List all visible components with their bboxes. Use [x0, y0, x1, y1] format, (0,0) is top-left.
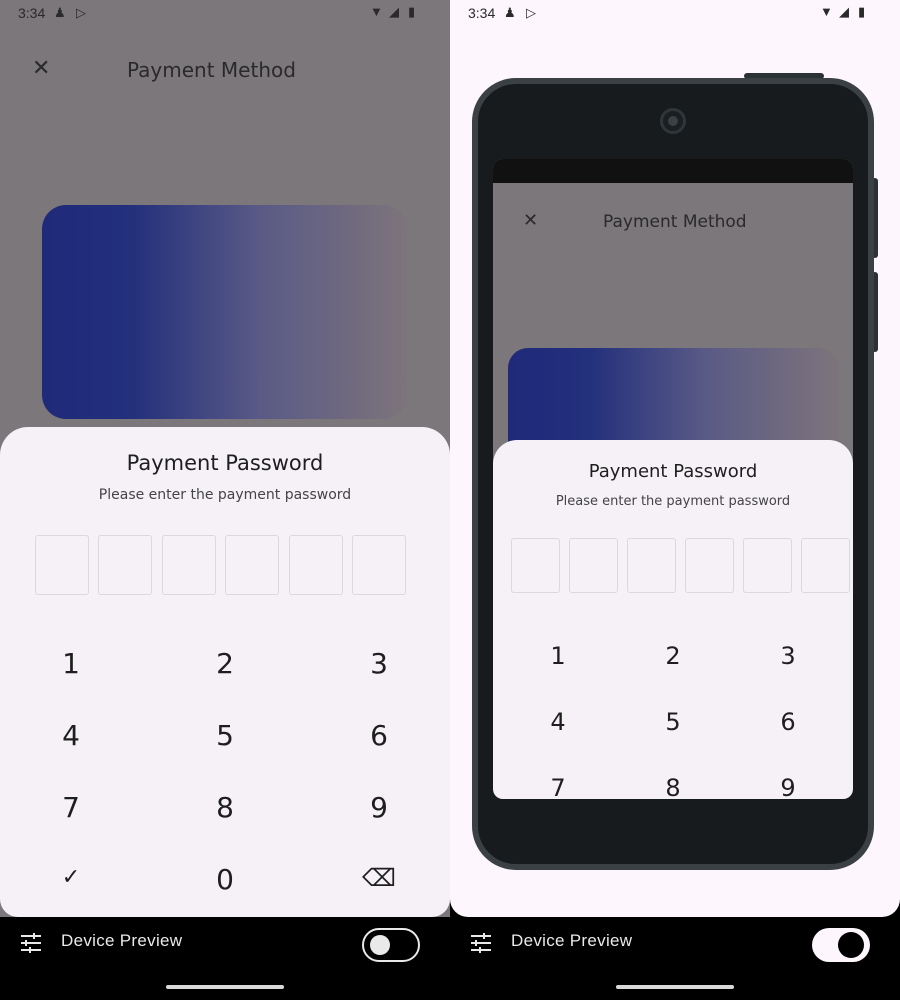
alarm-icon: ♟ — [54, 5, 66, 20]
sheet-subtitle: Please enter the payment password — [555, 494, 791, 509]
keypad-key-6[interactable]: 6 — [758, 708, 818, 736]
close-icon[interactable]: ✕ — [32, 58, 50, 80]
status-bar: 3:34 ♟ ▷ ▼ ◢ ▮ — [0, 0, 450, 28]
pin-box[interactable] — [569, 538, 618, 593]
keypad-key-2[interactable]: 2 — [643, 642, 703, 670]
keypad-key-8[interactable]: 8 — [195, 791, 255, 824]
pin-box[interactable] — [511, 538, 560, 593]
backspace-icon[interactable]: ⌫ — [349, 864, 409, 892]
keypad-key-9[interactable]: 9 — [349, 791, 409, 824]
page-title: Payment Method — [127, 58, 296, 82]
pin-box[interactable] — [162, 535, 216, 595]
device-preview-toolbar-left: Device Preview — [0, 917, 450, 970]
pin-box[interactable] — [98, 535, 152, 595]
keypad-key-1[interactable]: 1 — [41, 647, 101, 680]
payment-password-sheet: Payment Password Please enter the paymen… — [493, 440, 853, 799]
home-indicator[interactable] — [616, 985, 734, 989]
device-preview-toggle[interactable] — [362, 928, 420, 962]
signal-icon: ◢ — [839, 4, 849, 19]
settings-sliders-icon[interactable] — [19, 931, 43, 955]
camera-icon — [660, 108, 686, 134]
battery-icon: ▮ — [858, 4, 866, 19]
keypad-key-4[interactable]: 4 — [41, 719, 101, 752]
right-preview-pane: 3:34 ♟ ▷ ▼ ◢ ▮ ✕ Payment Method Payment … — [450, 0, 900, 917]
pin-box[interactable] — [685, 538, 734, 593]
device-preview-label: Device Preview — [61, 931, 183, 950]
keypad-key-0[interactable]: 0 — [195, 863, 255, 896]
keypad-key-3[interactable]: 3 — [349, 647, 409, 680]
keypad-key-7[interactable]: 7 — [41, 791, 101, 824]
keypad-key-1[interactable]: 1 — [528, 642, 588, 670]
keypad-key-3[interactable]: 3 — [758, 642, 818, 670]
payment-password-sheet: Payment Password Please enter the paymen… — [0, 427, 450, 917]
pin-box[interactable] — [627, 538, 676, 593]
keypad-key-9[interactable]: 9 — [758, 774, 818, 799]
keypad-key-5[interactable]: 5 — [195, 719, 255, 752]
keypad-key-2[interactable]: 2 — [195, 647, 255, 680]
alarm-icon: ♟ — [504, 5, 516, 20]
pin-box[interactable] — [225, 535, 279, 595]
keypad-key-6[interactable]: 6 — [349, 719, 409, 752]
status-time: 3:34 — [468, 5, 496, 21]
play-store-icon: ▷ — [526, 5, 536, 20]
pin-box[interactable] — [352, 535, 406, 595]
device-preview-label: Device Preview — [511, 931, 633, 950]
pin-box[interactable] — [289, 535, 343, 595]
pin-box[interactable] — [743, 538, 792, 593]
status-bar: 3:34 ♟ ▷ ▼ ◢ ▮ — [450, 0, 900, 28]
close-icon[interactable]: ✕ — [523, 212, 538, 230]
keypad-confirm-icon[interactable]: ✓ — [41, 865, 101, 890]
sheet-title: Payment Password — [126, 451, 324, 475]
device-screen: ✕ Payment Method Payment Password Please… — [493, 159, 853, 799]
keypad-key-8[interactable]: 8 — [643, 774, 703, 799]
sheet-subtitle: Please enter the payment password — [98, 487, 352, 503]
keypad-key-4[interactable]: 4 — [528, 708, 588, 736]
keypad-key-7[interactable]: 7 — [528, 774, 588, 799]
settings-sliders-icon[interactable] — [469, 931, 493, 955]
home-indicator[interactable] — [166, 985, 284, 989]
toggle-knob — [838, 932, 864, 958]
status-time: 3:34 — [18, 5, 46, 21]
signal-icon: ◢ — [389, 4, 399, 19]
pin-box[interactable] — [35, 535, 89, 595]
toggle-knob — [370, 935, 390, 955]
payment-card[interactable] — [42, 205, 407, 419]
pin-box[interactable] — [801, 538, 850, 593]
device-preview-toggle[interactable] — [812, 928, 870, 962]
play-store-icon: ▷ — [76, 5, 86, 20]
wifi-icon: ▼ — [820, 4, 833, 19]
page-title: Payment Method — [603, 212, 747, 232]
wifi-icon: ▼ — [370, 4, 383, 19]
battery-icon: ▮ — [408, 4, 416, 19]
sheet-title: Payment Password — [588, 461, 758, 482]
keypad-key-5[interactable]: 5 — [643, 708, 703, 736]
device-preview-toolbar-right: Device Preview — [450, 917, 900, 970]
device-status-bar — [493, 159, 853, 183]
left-preview-pane: 3:34 ♟ ▷ ▼ ◢ ▮ ✕ Payment Method Payment … — [0, 0, 450, 917]
